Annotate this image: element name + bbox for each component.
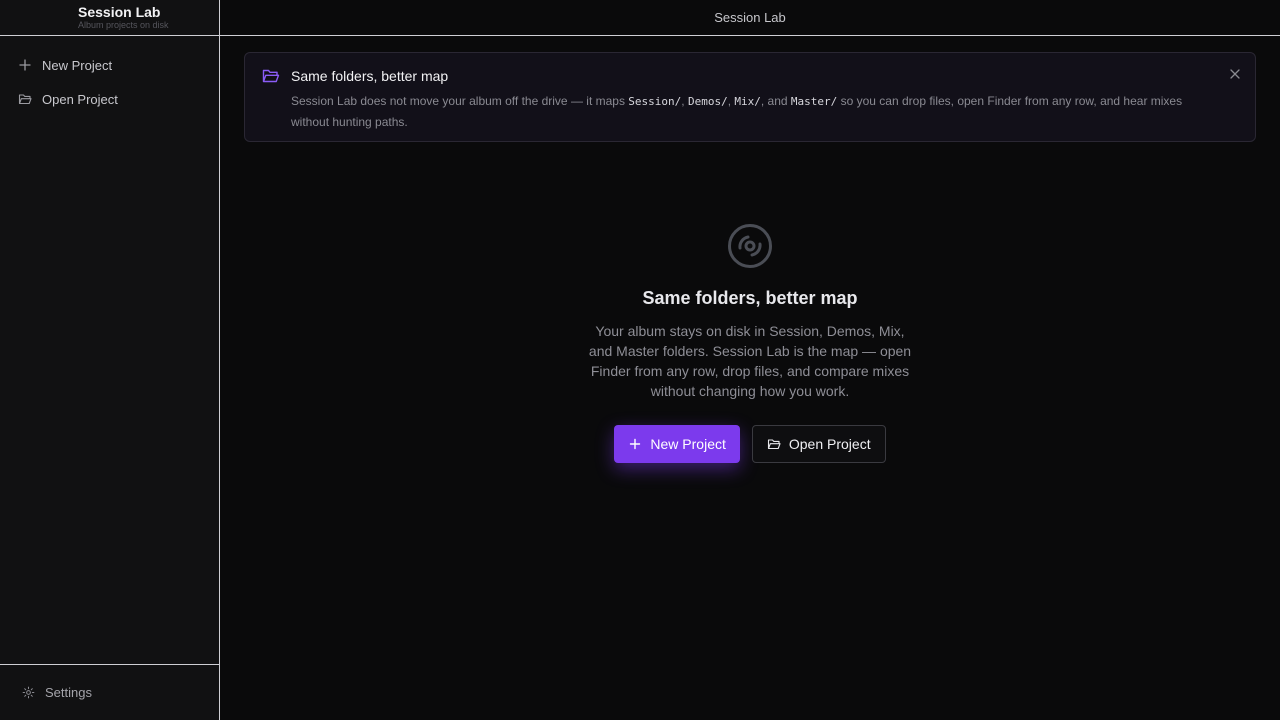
banner-title: Same folders, better map bbox=[291, 68, 449, 84]
new-project-label: New Project bbox=[650, 436, 726, 452]
folder-session: Session/ bbox=[628, 95, 682, 108]
folder-open-icon bbox=[767, 437, 781, 451]
folder-mix: Mix/ bbox=[734, 95, 761, 108]
brand-subtitle: Album projects on disk bbox=[78, 20, 169, 30]
open-project-button[interactable]: Open Project bbox=[751, 425, 886, 463]
gear-icon bbox=[22, 686, 35, 699]
sidebar-item-new-project[interactable]: New Project bbox=[0, 48, 219, 82]
plus-icon bbox=[18, 58, 32, 72]
empty-state-actions: New Project Open Project bbox=[614, 425, 886, 463]
banner-text-before: Session Lab does not move your album off… bbox=[291, 94, 629, 108]
disc-icon bbox=[726, 222, 774, 270]
settings-button[interactable]: Settings bbox=[0, 664, 219, 720]
banner-text: Session Lab does not move your album off… bbox=[291, 91, 1221, 133]
sidebar-nav: New Project Open Project bbox=[0, 36, 219, 116]
close-icon[interactable] bbox=[1229, 67, 1241, 79]
banner-sep: , bbox=[681, 94, 688, 108]
top-bar: Session Lab bbox=[220, 0, 1280, 36]
plus-icon bbox=[628, 437, 642, 451]
info-banner: Same folders, better map Session Lab doe… bbox=[244, 52, 1256, 142]
brand: Session Lab Album projects on disk bbox=[0, 0, 219, 36]
sidebar-item-label: New Project bbox=[42, 57, 113, 73]
settings-label: Settings bbox=[45, 685, 92, 700]
sidebar-item-open-project[interactable]: Open Project bbox=[0, 82, 219, 116]
sidebar-item-label: Open Project bbox=[42, 91, 118, 107]
new-project-button[interactable]: New Project bbox=[614, 425, 740, 463]
window-title: Session Lab bbox=[714, 10, 786, 25]
banner-sep: , and bbox=[760, 94, 791, 108]
folder-open-icon bbox=[18, 92, 32, 106]
empty-state-text: Your album stays on disk in Session, Dem… bbox=[588, 323, 912, 399]
sidebar: Session Lab Album projects on disk New P… bbox=[0, 0, 220, 720]
open-project-label: Open Project bbox=[788, 436, 871, 452]
folder-master: Master/ bbox=[790, 95, 838, 108]
folder-demos: Demos/ bbox=[687, 95, 728, 108]
folder-open-icon bbox=[262, 68, 280, 84]
empty-state: Same folders, better map Your album stay… bbox=[220, 220, 1280, 463]
brand-title: Session Lab bbox=[78, 4, 161, 20]
empty-state-title: Same folders, better map bbox=[642, 288, 858, 308]
